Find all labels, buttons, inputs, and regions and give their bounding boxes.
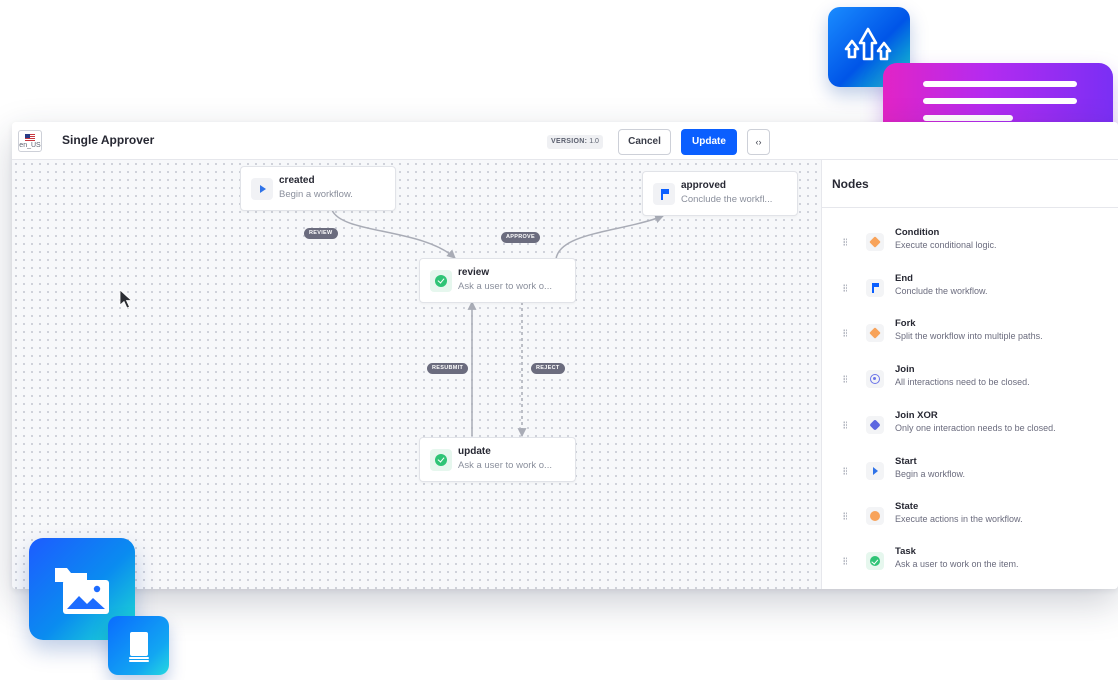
palette-item-start[interactable]: Start Begin a workflow.	[822, 456, 1118, 496]
state-dot-icon	[866, 507, 884, 525]
task-check-icon	[430, 270, 452, 292]
palette-item-title: Join	[895, 364, 915, 375]
palette-item-description: All interactions need to be closed.	[895, 377, 1030, 387]
update-button[interactable]: Update	[681, 129, 737, 155]
start-play-icon	[866, 462, 884, 480]
join-ring-icon	[866, 370, 884, 388]
node-update[interactable]: update Ask a user to work o...	[419, 437, 576, 482]
document-app-tile	[108, 616, 169, 675]
edge-review[interactable]	[331, 209, 456, 259]
palette-item-title: Condition	[895, 227, 940, 238]
diagram-canvas[interactable]: created Begin a workflow. approved Concl…	[12, 160, 821, 589]
palette-item-state[interactable]: State Execute actions in the workflow.	[822, 501, 1118, 541]
version-badge: VERSION: 1.0	[547, 135, 603, 149]
fork-diamond-icon	[866, 324, 884, 342]
palette-item-fork[interactable]: Fork Split the workflow into multiple pa…	[822, 318, 1118, 358]
palette-item-title: Task	[895, 546, 916, 557]
nodes-panel: Nodes Condition Execute conditional logi…	[821, 160, 1118, 589]
task-check-icon	[866, 552, 884, 570]
palette-item-description: Execute actions in the workflow.	[895, 514, 1023, 524]
condition-diamond-icon	[866, 233, 884, 251]
palette-item-description: Split the workflow into multiple paths.	[895, 331, 1043, 341]
code-view-button[interactable]: ‹›	[747, 129, 770, 155]
version-value: 1.0	[589, 138, 599, 145]
menu-line	[923, 115, 1013, 121]
node-review[interactable]: review Ask a user to work o...	[419, 258, 576, 303]
drag-handle-icon[interactable]	[843, 329, 847, 337]
panel-divider	[822, 207, 1118, 208]
palette-item-join[interactable]: Join All interactions need to be closed.	[822, 364, 1118, 404]
locale-selector[interactable]: en_US	[18, 130, 42, 152]
cancel-button[interactable]: Cancel	[618, 129, 671, 155]
palette-item-title: Join XOR	[895, 410, 938, 421]
editor-header: en_US Single Approver VERSION: 1.0 Cance…	[12, 122, 1118, 160]
transition-label-reject[interactable]: REJECT	[531, 363, 565, 374]
drag-handle-icon[interactable]	[843, 238, 847, 246]
node-title: review	[458, 267, 490, 278]
palette-item-join-xor[interactable]: Join XOR Only one interaction needs to b…	[822, 410, 1118, 450]
transition-label-resubmit[interactable]: RESUBMIT	[427, 363, 469, 374]
node-approved[interactable]: approved Conclude the workfl...	[642, 171, 798, 216]
document-stack-icon	[129, 632, 149, 662]
locale-label: en_US	[19, 142, 41, 149]
drag-handle-icon[interactable]	[843, 467, 847, 475]
palette-item-title: Start	[895, 456, 917, 467]
palette-item-description: Begin a workflow.	[895, 469, 966, 479]
node-description: Ask a user to work o...	[458, 460, 552, 471]
transition-edges	[331, 209, 665, 438]
node-title: update	[458, 446, 491, 457]
panel-title: Nodes	[832, 177, 869, 191]
drag-handle-icon[interactable]	[843, 557, 847, 565]
palette-item-description: Execute conditional logic.	[895, 240, 997, 250]
node-description: Ask a user to work o...	[458, 281, 552, 292]
palette-item-title: State	[895, 501, 919, 512]
join-xor-icon	[866, 416, 884, 434]
drag-handle-icon[interactable]	[843, 284, 847, 292]
end-flag-icon	[653, 183, 675, 205]
palette-item-description: Ask a user to work on the item.	[895, 559, 1019, 569]
edge-approve[interactable]	[555, 214, 665, 260]
palette-item-title: End	[895, 273, 913, 284]
workflow-title: Single Approver	[62, 133, 155, 147]
version-label: VERSION:	[551, 138, 588, 145]
palette-item-end[interactable]: End Conclude the workflow.	[822, 273, 1118, 313]
workflow-editor-window: en_US Single Approver VERSION: 1.0 Cance…	[12, 122, 1118, 589]
transition-label-approve[interactable]: APPROVE	[501, 232, 540, 243]
task-check-icon	[430, 449, 452, 471]
palette-item-task[interactable]: Task Ask a user to work on the item.	[822, 546, 1118, 586]
node-description: Begin a workflow.	[279, 189, 353, 200]
node-description: Conclude the workfl...	[681, 194, 773, 205]
node-title: approved	[681, 180, 727, 191]
palette-item-title: Fork	[895, 318, 916, 329]
drag-handle-icon[interactable]	[843, 375, 847, 383]
palette-item-description: Conclude the workflow.	[895, 286, 988, 296]
end-flag-icon	[866, 279, 884, 297]
palette-item-condition[interactable]: Condition Execute conditional logic.	[822, 227, 1118, 267]
drag-handle-icon[interactable]	[843, 512, 847, 520]
node-created[interactable]: created Begin a workflow.	[240, 166, 396, 211]
drag-handle-icon[interactable]	[843, 421, 847, 429]
menu-lines-icon	[923, 81, 1077, 87]
menu-line	[923, 98, 1077, 104]
palette-item-description: Only one interaction needs to be closed.	[895, 423, 1056, 433]
transition-label-review[interactable]: REVIEW	[304, 228, 338, 239]
us-flag-icon	[25, 134, 35, 141]
start-play-icon	[251, 178, 273, 200]
node-title: created	[279, 175, 315, 186]
